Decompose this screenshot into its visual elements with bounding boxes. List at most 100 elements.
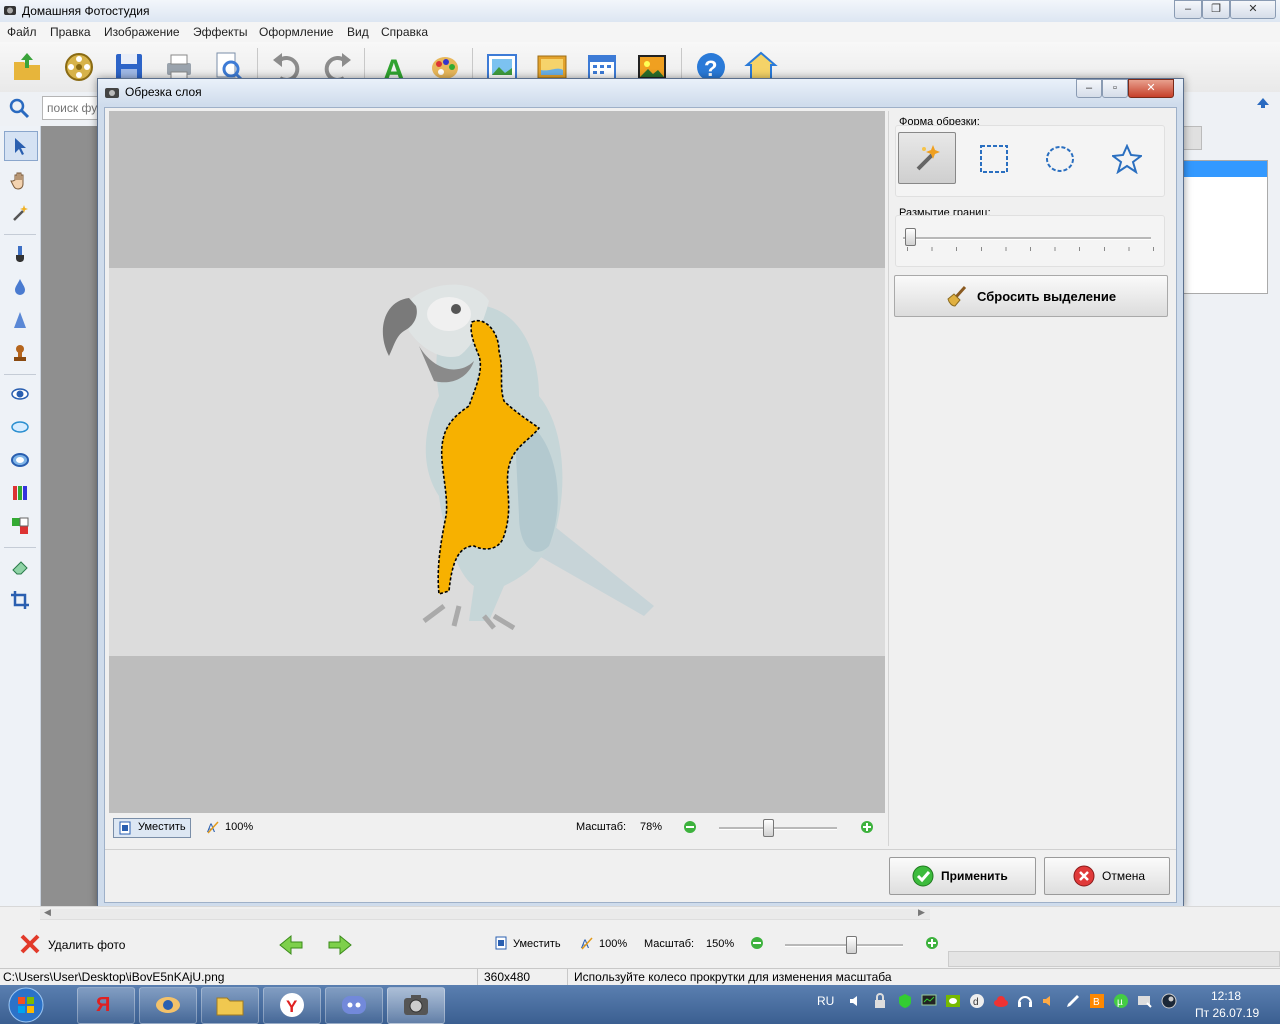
horizontal-scrollbar[interactable]: ◀ ▶ (40, 907, 930, 920)
menu-effects[interactable]: Эффекты (193, 25, 248, 39)
redeye-icon[interactable] (10, 417, 30, 437)
dialog-titlebar: Обрезка слоя – ▫ ✕ (98, 79, 1183, 105)
magic-wand-icon[interactable] (10, 203, 30, 223)
defrag-tray-icon[interactable]: d (969, 993, 985, 1009)
maximize-button[interactable]: ❐ (1202, 0, 1230, 19)
ellipse-select-icon[interactable] (1045, 144, 1075, 174)
zoom-100-label[interactable]: 100% (225, 821, 253, 833)
monitor-tray-icon[interactable] (921, 993, 937, 1009)
menu-edit[interactable]: Правка (50, 25, 91, 39)
taskbar-explorer[interactable] (201, 987, 259, 1024)
hand-icon[interactable] (10, 170, 30, 190)
broom-icon (947, 285, 967, 307)
delete-photo-label[interactable]: Удалить фото (48, 938, 125, 952)
panel-list-selected-row[interactable] (1183, 161, 1267, 177)
reset-selection-button[interactable]: Сбросить выделение (894, 275, 1168, 317)
pen-tray-icon[interactable] (1065, 993, 1081, 1009)
language-indicator[interactable]: RU (817, 994, 834, 1008)
app-tray-icon[interactable]: B (1089, 993, 1105, 1009)
steam-tray-icon[interactable] (1161, 993, 1177, 1009)
minimize-button[interactable]: – (1174, 0, 1202, 19)
previous-arrow-icon[interactable] (278, 934, 304, 956)
dialog-client: Уместить A 100% Масштаб: 78% Форма обрез… (104, 107, 1177, 903)
menu-file[interactable]: Файл (7, 25, 37, 39)
parrot-image[interactable] (364, 276, 664, 646)
cancel-button[interactable]: Отмена (1044, 857, 1170, 895)
bottom-zoom-100-label[interactable]: 100% (599, 938, 627, 950)
bottom-fit-label[interactable]: Уместить (513, 938, 561, 950)
drop-icon[interactable] (10, 277, 30, 297)
network-tray-icon[interactable] (1137, 993, 1153, 1009)
zoom-in-icon[interactable] (925, 936, 939, 950)
image-canvas[interactable] (109, 111, 885, 813)
dialog-close-button[interactable]: ✕ (1128, 79, 1174, 98)
panel-tab[interactable] (1182, 126, 1202, 150)
status-hint: Используйте колесо прокрутки для изменен… (574, 970, 892, 984)
menu-image[interactable]: Изображение (104, 25, 180, 39)
delete-x-icon[interactable] (19, 933, 41, 955)
headphones-tray-icon[interactable] (1017, 993, 1033, 1009)
bottom-zoom-slider-thumb[interactable] (846, 936, 857, 954)
clock-date[interactable]: Пт 26.07.19 (1195, 1006, 1259, 1020)
cancel-label: Отмена (1102, 869, 1146, 883)
fit-icon[interactable] (495, 936, 507, 950)
taskbar-yandex-browser[interactable]: Я (77, 987, 135, 1024)
menu-help[interactable]: Справка (381, 25, 428, 39)
taskbar: Я Y RU d B µ 12:18 Пт 26.07.19 (0, 985, 1280, 1024)
apply-button[interactable]: Применить (889, 857, 1036, 895)
pointer-icon[interactable] (10, 136, 30, 156)
replace-color-icon[interactable] (10, 516, 30, 536)
bottom-zoom-slider-track[interactable] (785, 944, 903, 947)
search-icon[interactable] (8, 97, 30, 119)
zoom-100-icon[interactable]: A (206, 820, 220, 834)
sharpen-icon[interactable] (10, 310, 30, 330)
eraser-icon[interactable] (10, 557, 30, 577)
security-tray-icon[interactable] (872, 993, 888, 1009)
taskbar-yandex[interactable]: Y (263, 987, 321, 1024)
blur-icon[interactable] (10, 450, 30, 470)
eye-icon[interactable] (10, 384, 30, 404)
start-button-icon[interactable] (8, 987, 44, 1023)
magic-wand-shape-button[interactable] (898, 132, 956, 184)
menu-design[interactable]: Оформление (259, 25, 333, 39)
color-balance-icon[interactable] (10, 483, 30, 503)
crop-icon[interactable] (10, 590, 30, 610)
menu-view[interactable]: Вид (347, 25, 369, 39)
zoom-100-icon[interactable]: A (580, 936, 594, 950)
open-folder-icon[interactable] (10, 50, 44, 84)
taskbar-photostudio[interactable] (387, 987, 445, 1024)
scroll-left-icon[interactable]: ◀ (44, 907, 51, 918)
camera-icon (105, 88, 119, 98)
image-area[interactable] (109, 268, 885, 656)
volume-tray-icon[interactable] (848, 993, 864, 1009)
star-select-icon[interactable] (1112, 144, 1142, 174)
collapse-up-icon[interactable] (1256, 96, 1270, 110)
zoom-in-icon[interactable] (860, 820, 874, 834)
next-arrow-icon[interactable] (327, 934, 353, 956)
close-button[interactable]: ✕ (1230, 0, 1276, 19)
zoom-slider-track[interactable] (719, 827, 837, 830)
zoom-out-icon[interactable] (750, 936, 764, 950)
antivirus-tray-icon[interactable] (897, 993, 913, 1009)
speaker-tray-icon[interactable] (1041, 993, 1057, 1009)
clock-time[interactable]: 12:18 (1211, 989, 1241, 1003)
brush-icon[interactable] (10, 244, 30, 264)
panel-list[interactable] (1182, 160, 1268, 294)
stamp-icon[interactable] (10, 343, 30, 363)
blur-slider-track[interactable] (903, 237, 1151, 240)
nvidia-tray-icon[interactable] (945, 993, 961, 1009)
utorrent-tray-icon[interactable]: µ (1113, 993, 1129, 1009)
taskbar-discord[interactable] (325, 987, 383, 1024)
rectangle-select-icon[interactable] (979, 144, 1009, 174)
scroll-right-icon[interactable]: ▶ (918, 907, 925, 918)
zoom-slider-thumb[interactable] (763, 819, 774, 837)
dialog-minimize-button[interactable]: – (1076, 79, 1102, 98)
dialog-maximize-button[interactable]: ▫ (1102, 79, 1128, 98)
zoom-out-icon[interactable] (683, 820, 697, 834)
fit-button[interactable]: Уместить (113, 818, 191, 838)
taskbar-photo-viewer[interactable] (139, 987, 197, 1024)
canvas-zoom-bar: Уместить A 100% Масштаб: 78% (109, 814, 885, 842)
film-reel-icon[interactable] (62, 50, 96, 84)
cloud-tray-icon[interactable] (993, 993, 1009, 1009)
blur-slider-thumb[interactable] (905, 228, 916, 246)
